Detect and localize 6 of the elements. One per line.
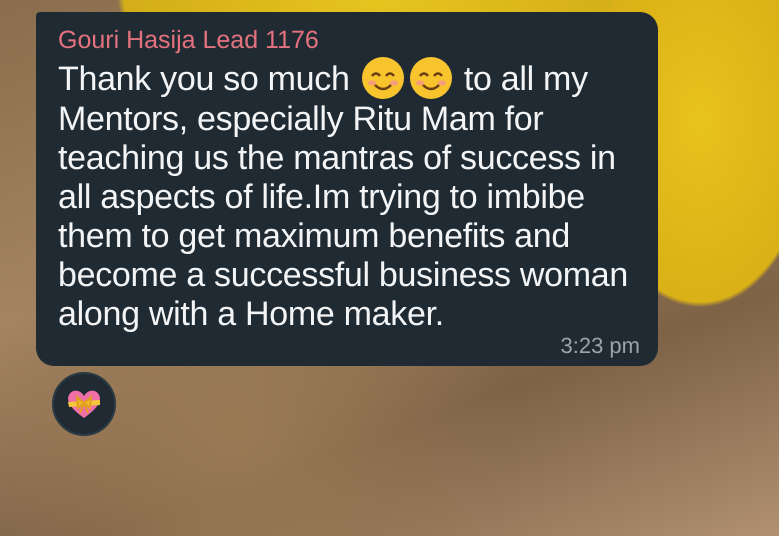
sender-name: Gouri Hasija Lead 1176 [58,25,320,56]
smiling-face-icon [360,56,405,100]
heart-ribbon-icon [66,388,102,420]
smiling-face-icon [408,56,453,100]
message-time: 3:23 pm [560,334,640,358]
message-text: Thank you so much to all my Mentors, especially Ritu Mam for teaching us the mantras of success in all aspects of life.Im trying to imbibe them to get maximum benefits and become a successful business woman along with a Home maker. [58,56,643,334]
